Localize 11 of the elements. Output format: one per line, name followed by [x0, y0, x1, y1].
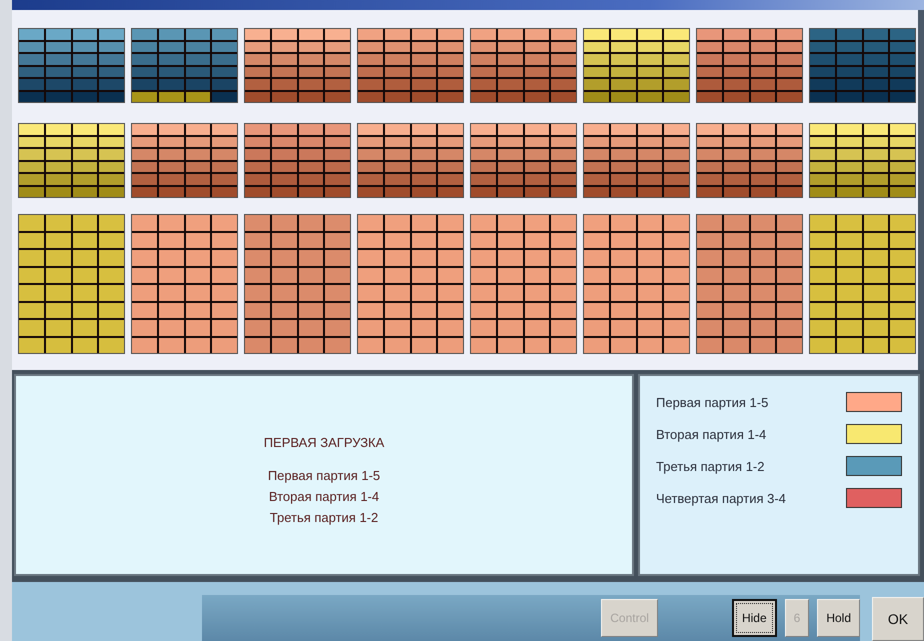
ok-button[interactable]: OK — [872, 597, 924, 641]
legend-label: Четвертая партия 3-4 — [656, 490, 786, 506]
info-line: Третья партия 1-2 — [270, 510, 378, 525]
legend-label: Третья партия 1-2 — [656, 458, 764, 474]
info-title: ПЕРВАЯ ЗАГРУЗКА — [264, 435, 384, 450]
info-line: Первая партия 1-5 — [268, 468, 380, 483]
legend-label: Вторая партия 1-4 — [656, 426, 766, 442]
action-button[interactable]: Hold — [817, 599, 860, 637]
action-button[interactable]: Hide — [732, 599, 777, 637]
info-line: Вторая партия 1-4 — [268, 489, 380, 504]
legend-label: Первая партия 1-5 — [656, 394, 768, 410]
